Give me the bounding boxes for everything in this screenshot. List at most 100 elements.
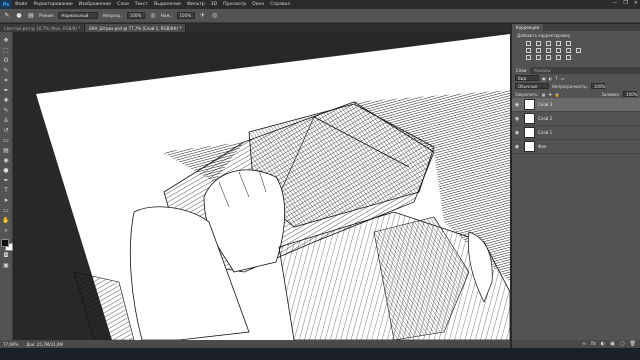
tab-layers[interactable]: Слои [512, 67, 531, 74]
menu-type[interactable]: Текст [132, 2, 151, 7]
mode-label: Режим: [39, 13, 55, 18]
healing-icon[interactable]: ✚ [2, 96, 11, 105]
curves-icon[interactable] [546, 41, 551, 46]
eyedropper-icon[interactable]: ✒ [2, 86, 11, 95]
move-icon[interactable]: ✥ [2, 36, 11, 45]
stamp-icon[interactable]: ♙ [2, 116, 11, 125]
hue-saturation-icon[interactable] [526, 48, 531, 53]
gradient-icon[interactable]: ▤ [2, 146, 11, 155]
layer-row-3[interactable]: ◉ Слой 3 [512, 98, 640, 112]
layers-list: ◉ Слой 3 ◉ Слой 2 ◉ Слой 1 ◉ Фон [512, 98, 640, 154]
lock-position-icon[interactable]: ✥ [548, 92, 551, 97]
pressure-opacity-icon[interactable]: ◎ [149, 12, 157, 20]
threshold-icon[interactable] [546, 55, 551, 60]
layer-row-2[interactable]: ◉ Слой 2 [512, 112, 640, 126]
menu-edit[interactable]: Редактирование [30, 2, 75, 7]
eye-icon[interactable]: ◉ [512, 102, 522, 108]
menu-help[interactable]: Справка [267, 2, 293, 7]
photo-filter-icon[interactable] [556, 48, 561, 53]
filter-type-icon[interactable]: T [555, 76, 557, 81]
hand-icon[interactable]: ✋ [2, 216, 11, 225]
menu-window[interactable]: Окно [249, 2, 267, 7]
fill-field[interactable]: 100% [623, 91, 637, 97]
link-layers-icon[interactable]: ∞ [582, 341, 586, 347]
menu-file[interactable]: Файл [12, 2, 30, 7]
tab-document-1[interactable]: Светлая.psd @ 16,7% (Фон, RGB/8) * [0, 24, 86, 32]
levels-icon[interactable] [536, 41, 541, 46]
dodge-icon[interactable]: ● [2, 166, 11, 175]
vibrance-icon[interactable] [566, 41, 571, 46]
blur-icon[interactable]: ◉ [2, 156, 11, 165]
tab-channels[interactable]: Каналы [530, 67, 554, 74]
filter-adjust-icon[interactable]: ◐ [549, 76, 553, 81]
path-select-icon[interactable]: ➤ [2, 196, 11, 205]
screen-mode-icon[interactable]: ▣ [2, 261, 11, 270]
flow-field[interactable]: 100% [176, 12, 195, 19]
black-white-icon[interactable] [546, 48, 551, 53]
airbrush-icon[interactable]: ✈ [199, 12, 207, 20]
eye-icon[interactable]: ◉ [512, 116, 522, 122]
status-bar: 77,69% Док: 25,7M/31,6M [0, 340, 510, 348]
crop-icon[interactable]: ⌗ [2, 76, 11, 85]
lasso-icon[interactable]: ʘ [2, 56, 11, 65]
brush-icon[interactable]: ✎ [2, 106, 11, 115]
menu-image[interactable]: Изображение [76, 2, 114, 7]
menu-3d[interactable]: 3D [208, 2, 220, 7]
quick-select-icon[interactable]: ✎ [2, 66, 11, 75]
type-icon[interactable]: T [2, 186, 11, 195]
invert-icon[interactable] [526, 55, 531, 60]
history-brush-icon[interactable]: ↺ [2, 126, 11, 135]
gradient-map-icon[interactable] [556, 55, 561, 60]
tab-adjustments[interactable]: Коррекция [512, 24, 543, 31]
quick-mask-icon[interactable]: ◘ [2, 251, 11, 260]
fx-icon[interactable]: fx [591, 341, 596, 347]
brush-preset-icon[interactable]: ✎ [3, 12, 11, 20]
pen-icon[interactable]: ✒ [2, 176, 11, 185]
eraser-icon[interactable]: ▭ [2, 136, 11, 145]
foreground-color-swatch[interactable] [0, 239, 9, 247]
maximize-icon[interactable]: ❐ [623, 0, 627, 6]
color-swatches[interactable] [0, 239, 13, 251]
close-icon[interactable]: ✕ [634, 0, 638, 6]
color-balance-icon[interactable] [536, 48, 541, 53]
zoom-level[interactable]: 77,69% [3, 342, 18, 347]
mask-icon[interactable]: ◐ [601, 341, 605, 347]
posterize-icon[interactable] [536, 55, 541, 60]
layer-opacity-field[interactable]: 100% [590, 83, 605, 89]
layers-panel-header: Слои Каналы [512, 67, 640, 74]
shape-icon[interactable]: ▭ [2, 206, 11, 215]
lock-pixels-icon[interactable]: ▦ [542, 92, 546, 97]
tab-document-2[interactable]: ЕКА_Штрих.psd @ 77,7% (Слой 1, RGB/8#) * [85, 24, 187, 32]
delete-layer-icon[interactable]: 🗑 [630, 341, 636, 347]
channel-mixer-icon[interactable] [566, 48, 571, 53]
drawing-canvas[interactable] [14, 32, 510, 340]
menu-filter[interactable]: Фильтр [184, 2, 208, 7]
brightness-icon[interactable] [526, 41, 531, 46]
mode-select[interactable]: Нормальный [58, 12, 99, 19]
layer-row-1[interactable]: ◉ Слой 1 [512, 126, 640, 140]
color-lookup-icon[interactable] [576, 48, 581, 53]
menu-layers[interactable]: Слои [114, 2, 132, 7]
menu-view[interactable]: Просмотр [220, 2, 249, 7]
zoom-icon[interactable]: ⌕ [2, 226, 11, 235]
selective-color-icon[interactable] [566, 55, 571, 60]
layer-row-background[interactable]: ◉ Фон [512, 140, 640, 154]
new-layer-icon[interactable]: ▢ [620, 341, 625, 347]
marquee-icon[interactable]: ⬚ [2, 46, 11, 55]
blend-mode-select[interactable]: Обычные [515, 83, 549, 89]
brush-size-icon[interactable]: ● [15, 12, 23, 20]
new-group-icon[interactable]: ▣ [610, 341, 615, 347]
canvas-area[interactable] [14, 32, 510, 340]
minimize-icon[interactable]: — [612, 0, 617, 6]
pressure-size-icon[interactable]: ◎ [211, 12, 219, 20]
eye-icon[interactable]: ◉ [512, 144, 522, 150]
lock-all-icon[interactable]: 🔒 [555, 92, 560, 97]
brush-panel-icon[interactable]: ▤ [27, 12, 35, 20]
layer-kind-select[interactable]: Вид [515, 75, 539, 81]
opacity-field[interactable]: 100% [126, 12, 145, 19]
filter-shape-icon[interactable]: ▭ [561, 76, 565, 81]
menu-select[interactable]: Выделение [151, 2, 184, 7]
eye-icon[interactable]: ◉ [512, 130, 522, 136]
exposure-icon[interactable] [556, 41, 561, 46]
filter-pixel-icon[interactable]: ▣ [542, 76, 546, 81]
